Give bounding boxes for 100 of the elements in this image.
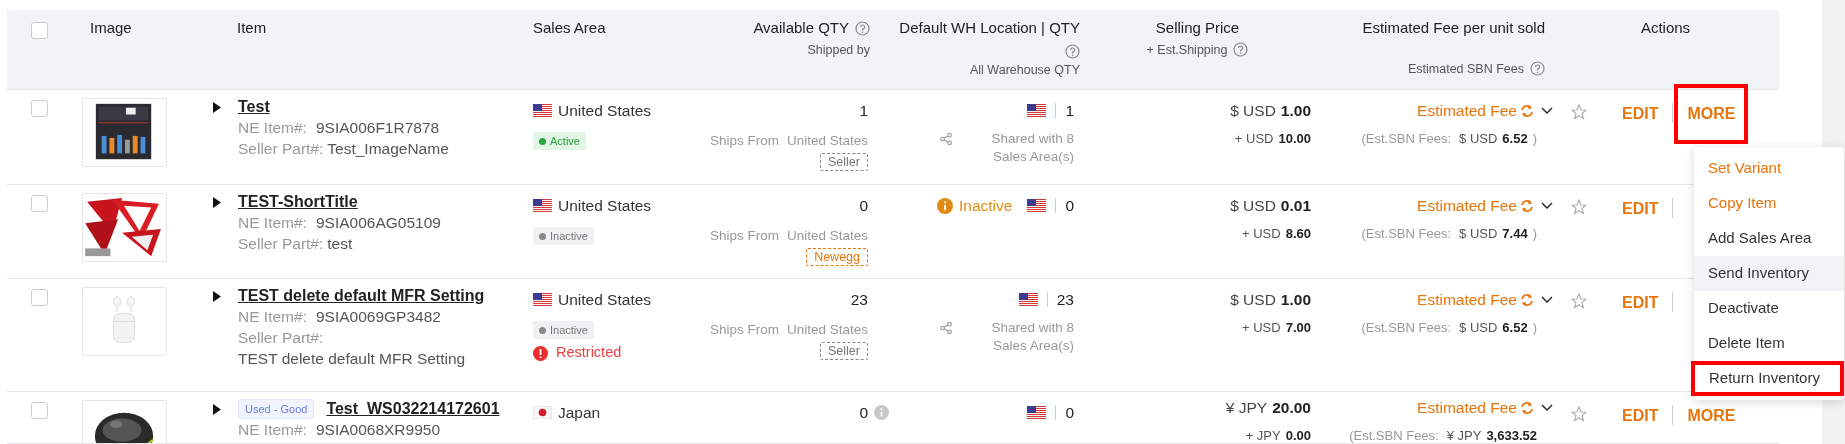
item-number: 9SIA0069GP3482: [315, 307, 441, 327]
menu-item[interactable]: Send Inventory: [1694, 256, 1844, 291]
menu-item[interactable]: Return Inventory: [1691, 361, 1844, 396]
column-header: Available QTY: [753, 18, 849, 38]
sbn-fee-label: (Est.SBN Fees:: [1361, 130, 1452, 149]
seller-part-number: Test_ImageName: [327, 139, 449, 159]
star-icon[interactable]: [1571, 293, 1587, 309]
country-name: United States: [558, 101, 652, 121]
country-name: Japan: [558, 403, 601, 423]
sbn-fee-close: ): [1532, 130, 1537, 149]
currency: ¥ JPY: [1225, 398, 1268, 418]
status-badge: Inactive: [533, 321, 594, 340]
help-icon: [855, 20, 870, 36]
menu-item[interactable]: Add Sales Area: [1694, 221, 1844, 256]
menu-item[interactable]: Copy Item: [1694, 186, 1844, 221]
expand-arrow-icon: [213, 197, 221, 208]
item-title-link[interactable]: TEST delete default MFR Setting: [238, 285, 485, 306]
price: 20.00: [1272, 398, 1311, 418]
shipping-currency: + USD: [1242, 319, 1281, 338]
item-number: 9SIA006AG05109: [315, 213, 441, 233]
more-link[interactable]: MORE: [1687, 404, 1736, 428]
sbn-fee-label: (Est.SBN Fees:: [1349, 427, 1439, 443]
star-icon[interactable]: [1571, 406, 1587, 422]
condition-badge: Used - Good: [238, 398, 315, 419]
column-header: Image: [90, 18, 132, 38]
sbn-fee-amount: 6.52: [1502, 130, 1528, 149]
sbn-fee-currency: $ USD: [1459, 225, 1498, 244]
checkbox[interactable]: [31, 289, 48, 306]
fulfillment-tag: Newegg: [806, 247, 868, 266]
refresh-icon: [1520, 292, 1534, 307]
share-icon: [940, 133, 952, 146]
help-icon: [1233, 42, 1249, 58]
expand-arrow-icon: [213, 404, 221, 415]
seller-part-label: Seller Part#:: [238, 234, 324, 254]
quantity: 0: [859, 196, 868, 216]
seller-part-number: test: [327, 234, 353, 254]
estimated-fee-link[interactable]: Estimated Fee: [1417, 396, 1517, 420]
shipping-currency: + USD: [1234, 130, 1274, 149]
refresh-icon: [1520, 400, 1534, 415]
help-icon: [1530, 61, 1545, 77]
price: 1.00: [1280, 101, 1311, 121]
sbn-fee-label: (Est.SBN Fees:: [1361, 225, 1452, 244]
menu-item[interactable]: Delete Item: [1694, 326, 1844, 361]
item-title-link[interactable]: Test_WS032214172601: [326, 398, 500, 419]
edit-link[interactable]: EDIT: [1622, 404, 1659, 428]
estimated-fee-link[interactable]: Estimated Fee: [1417, 99, 1517, 123]
help-icon: [1065, 43, 1080, 59]
shared-areas-note: Shared with 8 Sales Area(s): [990, 319, 1074, 356]
refresh-icon: [1520, 103, 1534, 118]
sbn-fee-amount: 3,633.52: [1486, 427, 1537, 443]
shipping-price: 0.00: [1285, 427, 1311, 443]
expand-arrow-icon: [213, 102, 221, 113]
checkbox[interactable]: [31, 402, 48, 419]
shipping-price: 10.00: [1278, 130, 1311, 149]
ships-from-country: United States: [786, 132, 868, 151]
quantity: 0: [859, 403, 868, 423]
star-icon[interactable]: [1571, 199, 1587, 215]
error-icon: [533, 345, 548, 361]
sbn-fee-label: (Est.SBN Fees:: [1361, 319, 1452, 338]
item-title-link[interactable]: Test: [238, 96, 270, 117]
currency: $ USD: [1230, 290, 1276, 310]
edit-link[interactable]: EDIT: [1622, 102, 1659, 126]
column-subheader: Estimated SBN Fees: [1408, 60, 1524, 78]
estimated-fee-link[interactable]: Estimated Fee: [1417, 194, 1517, 218]
country-name: United States: [558, 196, 652, 216]
column-header: Selling Price: [1155, 18, 1240, 38]
checkbox[interactable]: [31, 100, 48, 117]
menu-item[interactable]: Set Variant: [1694, 151, 1844, 186]
item-number-label: NE Item#:: [238, 420, 307, 440]
edit-link[interactable]: EDIT: [1622, 291, 1659, 315]
estimated-fee-link[interactable]: Estimated Fee: [1417, 288, 1517, 312]
shipping-price: 7.00: [1285, 319, 1311, 338]
column-header: Sales Area: [533, 18, 606, 38]
currency: $ USD: [1230, 101, 1276, 121]
warehouse-quantity: 0: [1065, 196, 1074, 216]
checkbox[interactable]: [31, 195, 48, 212]
menu-item[interactable]: Deactivate: [1694, 291, 1844, 326]
sbn-fee-currency: $ USD: [1459, 319, 1498, 338]
country-name: United States: [558, 290, 652, 310]
item-number: 9SIA0068XR9950: [315, 420, 441, 440]
warehouse-quantity: 23: [1056, 290, 1074, 310]
item-number: 9SIA006F1R7878: [315, 118, 440, 138]
ships-from-label: Ships From: [709, 227, 779, 246]
shared-areas-note: Shared with 8 Sales Area(s): [990, 130, 1074, 167]
sbn-fee-currency: $ USD: [1459, 130, 1498, 149]
ships-from-label: Ships From: [709, 132, 779, 151]
star-icon[interactable]: [1571, 104, 1587, 120]
warehouse-quantity: 1: [1065, 101, 1074, 121]
checkbox[interactable]: [31, 22, 48, 39]
item-title-link[interactable]: TEST-ShortTitle: [238, 191, 358, 212]
ships-from-label: Ships From: [709, 321, 779, 340]
edit-link[interactable]: EDIT: [1622, 197, 1659, 221]
restricted-label: Restricted: [556, 343, 622, 363]
expand-arrow-icon: [213, 291, 221, 302]
shipping-price: 8.60: [1285, 225, 1311, 244]
more-link[interactable]: MORE: [1674, 84, 1749, 144]
status-badge: Inactive: [533, 227, 594, 246]
chevron-down-icon: [1541, 403, 1553, 412]
status-badge: Active: [533, 132, 586, 151]
column-header: Estimated Fee per unit sold: [1362, 18, 1545, 38]
